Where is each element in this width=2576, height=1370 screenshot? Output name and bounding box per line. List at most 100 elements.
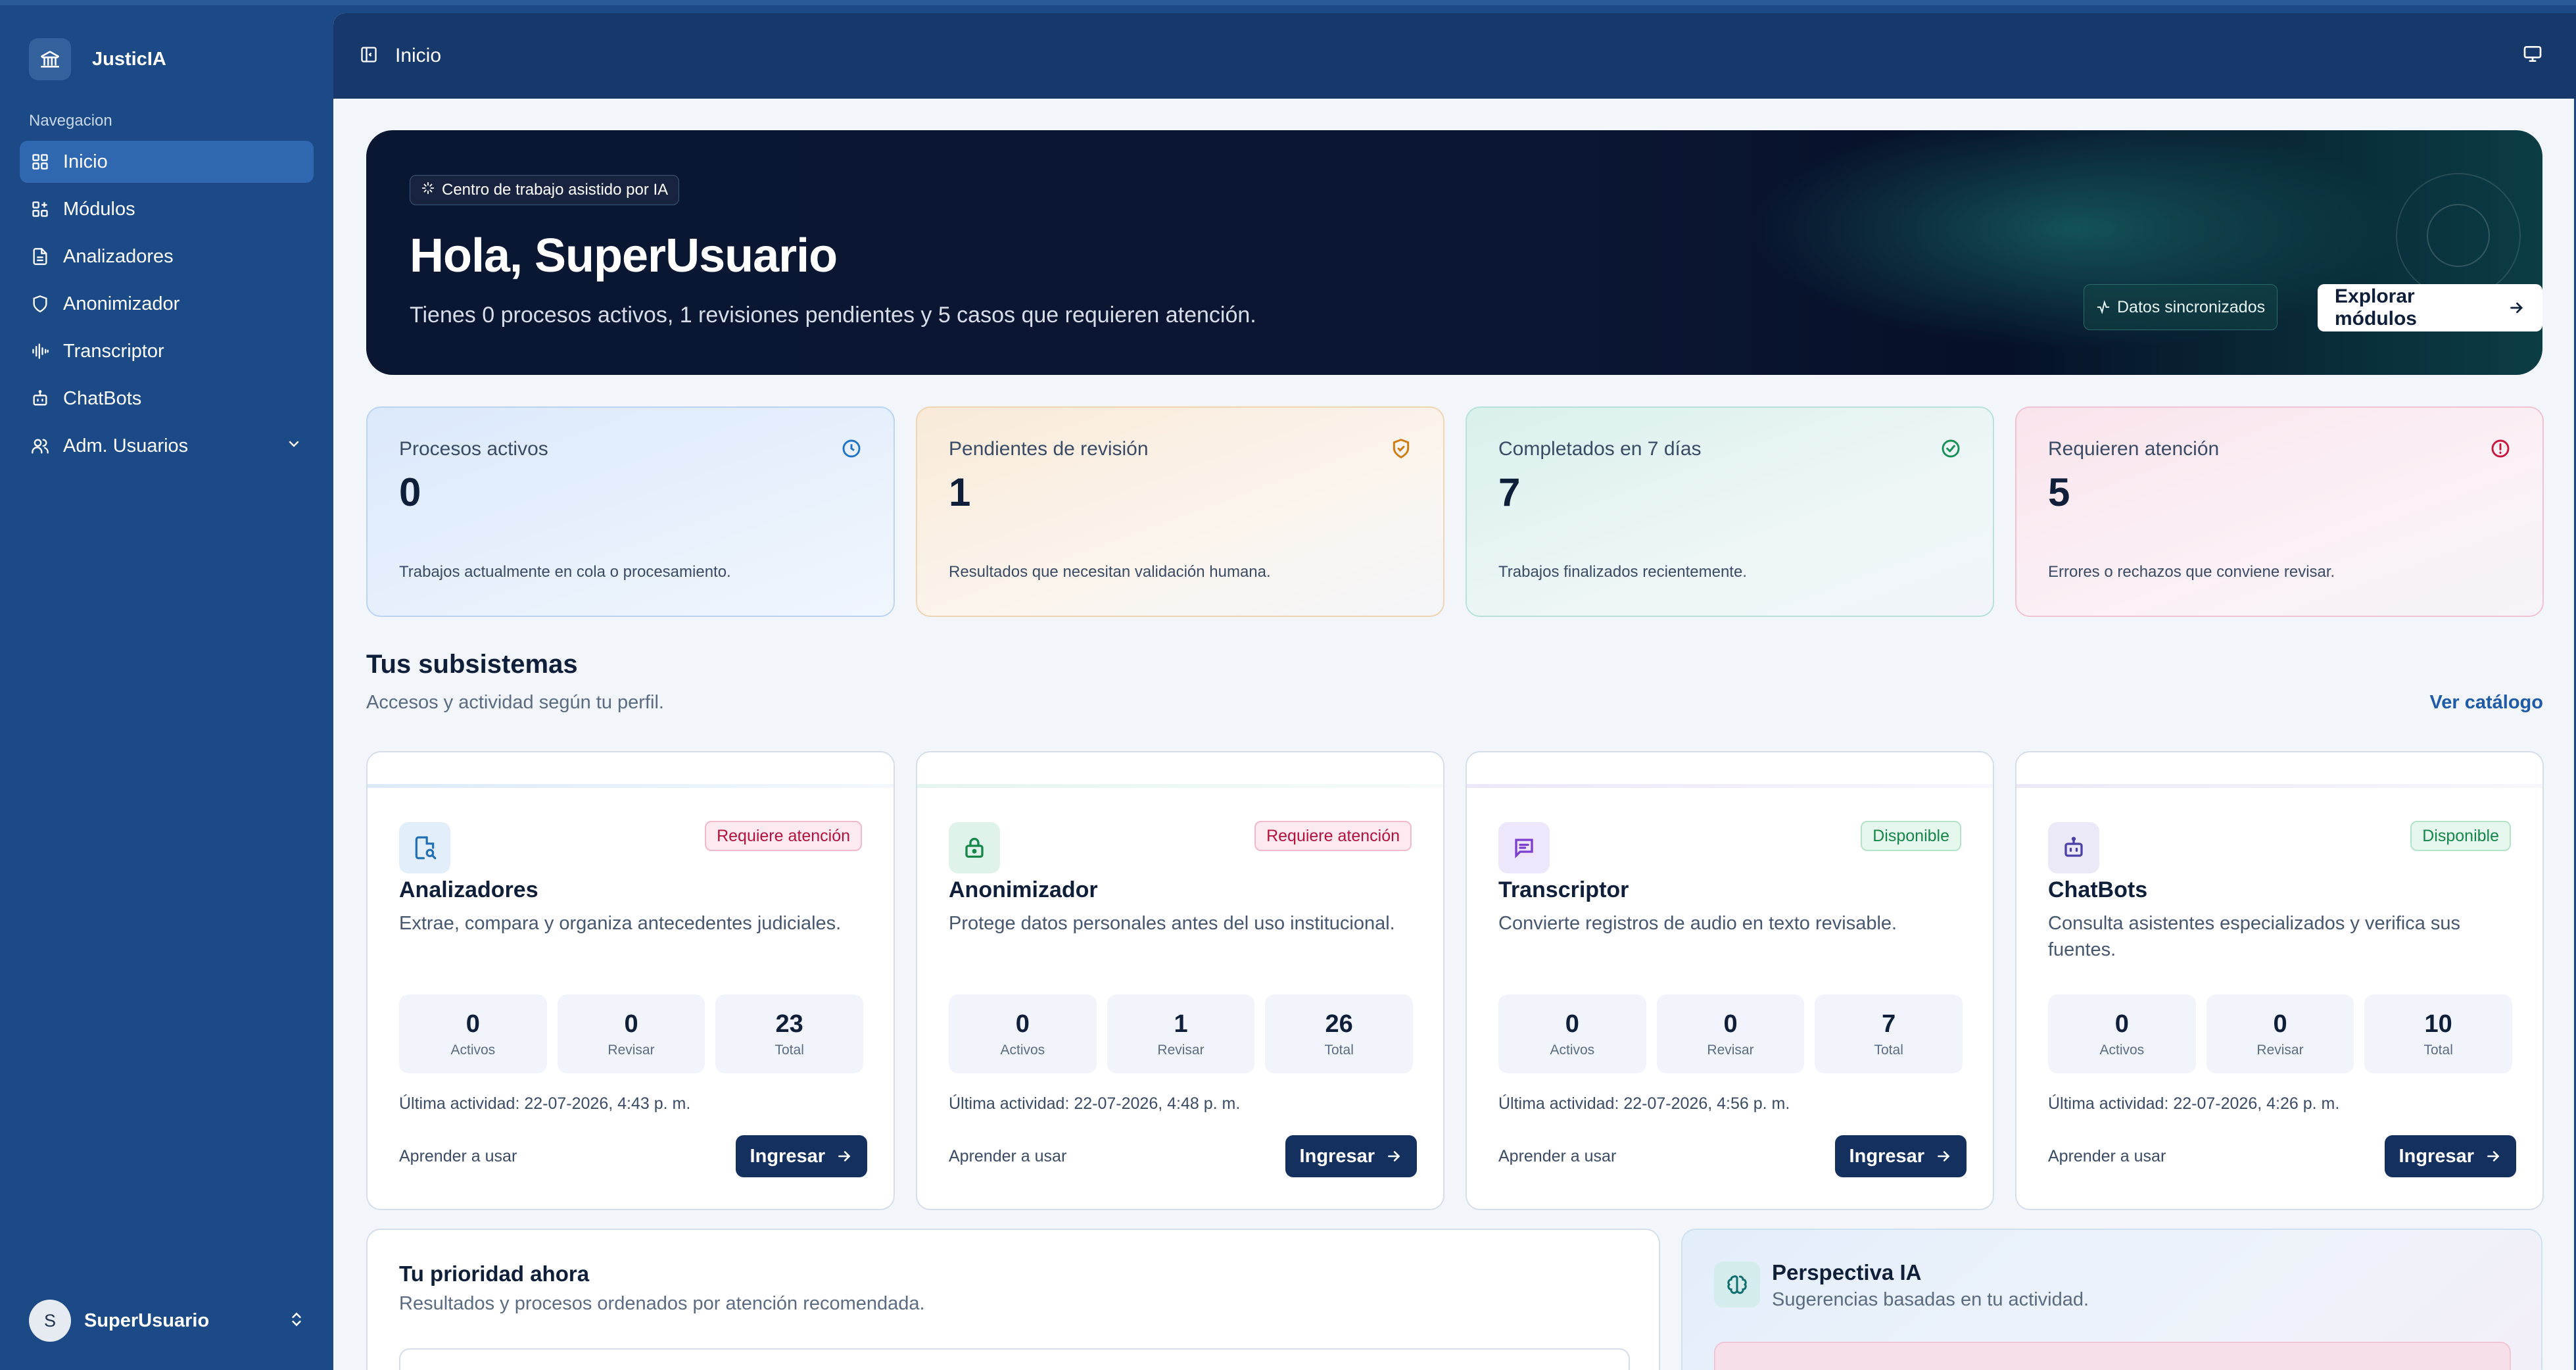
sparkles-icon <box>421 181 435 200</box>
last-activity: Última actividad: 22-07-2026, 4:56 p. m. <box>1498 1094 1790 1113</box>
learn-link[interactable]: Aprender a usar <box>2048 1147 2166 1166</box>
priority-panel: Tu prioridad ahora Resultados y procesos… <box>366 1229 1660 1370</box>
metric-activos: 0 Activos <box>1498 994 1646 1073</box>
card-accent-bar <box>917 784 1443 788</box>
sidebar-nav: Inicio Módulos Analizadores Anonimizador… <box>20 141 314 472</box>
learn-link[interactable]: Aprender a usar <box>949 1147 1066 1166</box>
arrow-right-icon <box>1938 1151 1950 1162</box>
last-activity: Última actividad: 22-07-2026, 4:48 p. m. <box>949 1094 1241 1113</box>
status-badge: Requiere atención <box>1254 821 1412 851</box>
card-accent-bar <box>368 784 894 788</box>
metric-value: 0 <box>465 1010 480 1038</box>
metric-activos: 0 Activos <box>949 994 1097 1073</box>
hero-badge-label: Centro de trabajo asistido por IA <box>442 181 669 199</box>
catalog-link[interactable]: Ver catálogo <box>2430 692 2543 714</box>
stat-desc: Resultados que necesitan validación huma… <box>949 563 1271 581</box>
enter-button[interactable]: Ingresar <box>735 1135 867 1177</box>
card-accent-bar <box>2016 784 2542 788</box>
sidebar-item-label: Transcriptor <box>63 340 164 362</box>
metric-total: 10 Total <box>2364 994 2513 1073</box>
stat-label: Requieren atención <box>2048 438 2220 460</box>
learn-link[interactable]: Aprender a usar <box>399 1147 517 1166</box>
metric-value: 0 <box>2114 1010 2129 1038</box>
topbar: Inicio <box>333 13 2576 99</box>
metric-activos: 0 Activos <box>399 994 547 1073</box>
enter-button[interactable]: Ingresar <box>2384 1135 2516 1177</box>
bot-icon <box>30 389 50 408</box>
user-menu[interactable]: S SuperUsuario <box>29 1300 305 1342</box>
stat-desc: Errores o rechazos que conviene revisar. <box>2048 563 2335 581</box>
stat-label: Procesos activos <box>399 438 548 460</box>
explore-modules-button[interactable]: Explorar módulos <box>2318 284 2542 331</box>
subsystem-name: Analizadores <box>399 877 538 902</box>
metric-revisar: 0 Revisar <box>1656 994 1805 1073</box>
metric-value: 23 <box>775 1010 803 1038</box>
sidebar-item-chatbots[interactable]: ChatBots <box>20 378 314 420</box>
brand[interactable]: JusticIA <box>29 38 166 80</box>
stat-label: Completados en 7 días <box>1498 438 1702 460</box>
metric-value: 7 <box>1882 1010 1896 1038</box>
stat-card-pendientes-revision: Pendientes de revisión 1 Resultados que … <box>916 406 1444 617</box>
hero-subtitle: Tienes 0 procesos activos, 1 revisiones … <box>410 303 1256 328</box>
metric-label: Activos <box>1000 1042 1045 1058</box>
audio-wave-icon <box>30 341 50 361</box>
subsystem-card-anonimizador: Requiere atención Anonimizador Protege d… <box>916 751 1444 1210</box>
monitor-icon[interactable] <box>2522 43 2543 68</box>
metric-total: 7 Total <box>1815 994 1963 1073</box>
perspective-title: Perspectiva IA <box>1772 1260 1922 1284</box>
sidebar-item-label: Analizadores <box>63 245 174 267</box>
stat-value: 0 <box>399 470 421 514</box>
enter-label: Ingresar <box>2398 1145 2474 1167</box>
check-circle-icon <box>1940 438 1961 462</box>
metric-value: 0 <box>1723 1010 1738 1038</box>
enter-button[interactable]: Ingresar <box>1285 1135 1417 1177</box>
alert-circle-icon <box>2490 438 2511 462</box>
subsystem-name: ChatBots <box>2048 877 2148 902</box>
chevron-down-icon <box>286 435 302 457</box>
metric-label: Activos <box>2099 1042 2145 1058</box>
lock-icon <box>949 822 1000 873</box>
perspective-suggestion <box>1714 1342 2511 1370</box>
stat-value: 5 <box>2048 470 2070 514</box>
courthouse-icon <box>29 38 71 80</box>
status-badge: Disponible <box>2410 821 2511 851</box>
sidebar-item-inicio[interactable]: Inicio <box>20 141 314 183</box>
arrow-right-icon <box>2510 302 2523 314</box>
bot-icon <box>2048 822 2099 873</box>
metric-value: 0 <box>2273 1010 2287 1038</box>
main-content: Inicio Centro de trabajo asistido por IA… <box>333 13 2576 1370</box>
sidebar-item-transcriptor[interactable]: Transcriptor <box>20 330 314 372</box>
metric-revisar: 0 Revisar <box>2206 994 2354 1073</box>
subsystem-metrics: 0 Activos 0 Revisar 23 Total <box>399 994 864 1073</box>
sidebar-item-label: Inicio <box>63 151 108 172</box>
hero-banner: Centro de trabajo asistido por IA Hola, … <box>366 130 2542 375</box>
perspective-subtitle: Sugerencias basadas en tu actividad. <box>1772 1289 2089 1310</box>
grid-icon <box>30 152 50 172</box>
sidebar-item-modulos[interactable]: Módulos <box>20 188 314 230</box>
sidebar-item-analizadores[interactable]: Analizadores <box>20 235 314 278</box>
sidebar-toggle-icon[interactable] <box>360 45 378 67</box>
sidebar-item-label: ChatBots <box>63 387 142 409</box>
arrow-right-icon <box>2487 1151 2500 1162</box>
decorative-ring <box>2427 204 2490 267</box>
subsystem-card-chatbots: Disponible ChatBots Consulta asistentes … <box>2015 751 2544 1210</box>
sidebar-item-adm-usuarios[interactable]: Adm. Usuarios <box>20 425 314 467</box>
app-name: JusticIA <box>92 48 166 70</box>
enter-button[interactable]: Ingresar <box>1834 1135 1967 1177</box>
metric-label: Total <box>775 1042 804 1058</box>
metric-label: Activos <box>450 1042 496 1058</box>
sidebar-item-label: Anonimizador <box>63 293 180 314</box>
learn-link[interactable]: Aprender a usar <box>1498 1147 1616 1166</box>
sidebar-item-anonimizador[interactable]: Anonimizador <box>20 283 314 325</box>
priority-list <box>399 1348 1630 1370</box>
stat-value: 1 <box>949 470 971 514</box>
metric-activos: 0 Activos <box>2048 994 2196 1073</box>
hero-title: Hola, SuperUsuario <box>410 230 838 282</box>
metric-label: Revisar <box>608 1042 655 1058</box>
brain-icon <box>1714 1261 1760 1308</box>
metric-total: 26 Total <box>1265 994 1414 1073</box>
sidebar: JusticIA Navegacion Inicio Módulos Anali… <box>0 5 333 1370</box>
stat-desc: Trabajos finalizados recientemente. <box>1498 563 1747 581</box>
metric-label: Total <box>1324 1042 1354 1058</box>
metric-label: Total <box>2423 1042 2453 1058</box>
